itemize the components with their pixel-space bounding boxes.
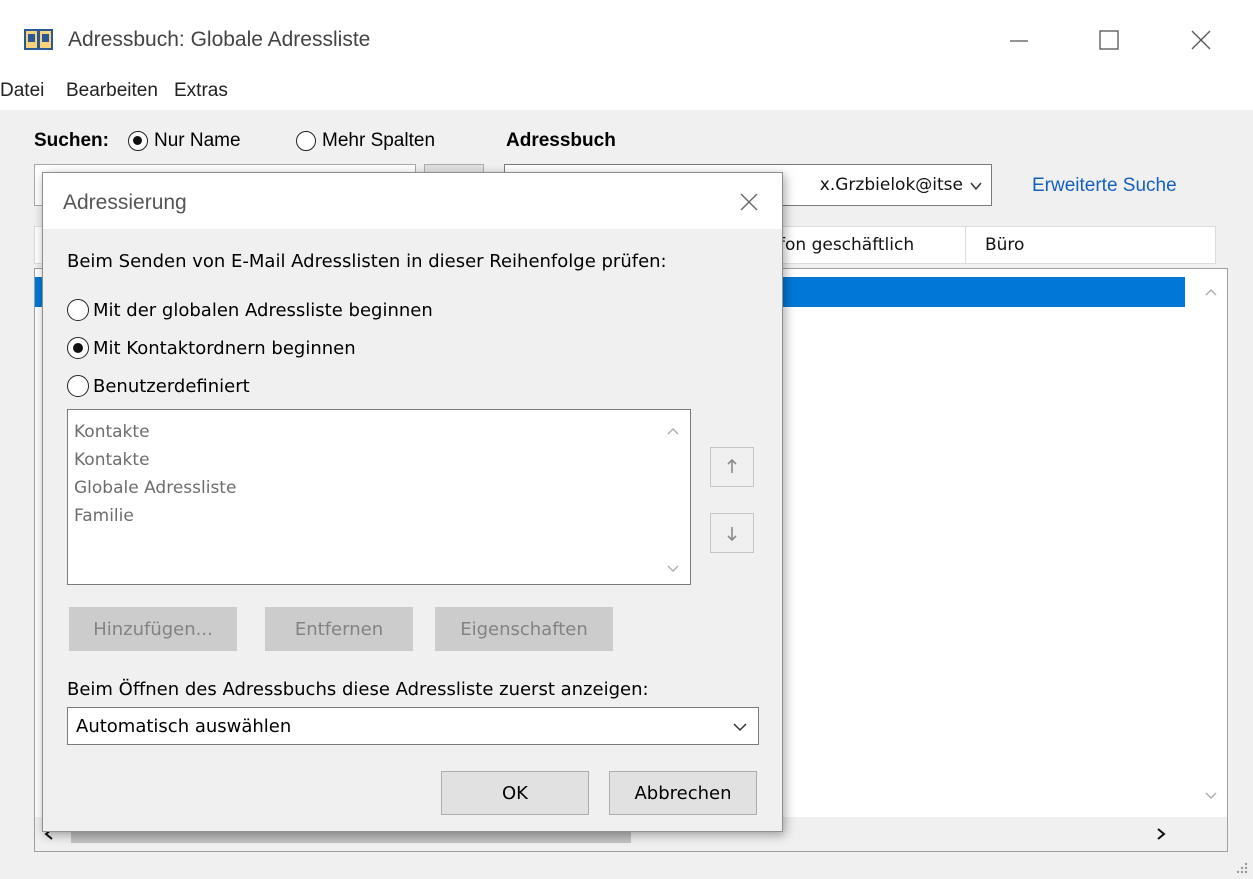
column-header-phone[interactable]: fon geschäftlich — [779, 235, 914, 255]
radio-more-columns-indicator[interactable] — [296, 131, 316, 151]
arrow-up-icon — [727, 458, 737, 473]
radio-name-only-indicator[interactable] — [128, 131, 148, 151]
cancel-button[interactable]: Abbrechen — [609, 771, 757, 815]
add-button[interactable]: Hinzufügen... — [69, 607, 237, 651]
radio-name-only-label: Nur Name — [154, 130, 241, 151]
scroll-down-icon[interactable] — [1204, 791, 1218, 801]
arrow-down-icon — [727, 527, 737, 542]
radio-custom-label: Benutzerdefiniert — [93, 375, 250, 397]
radio-contacts-first[interactable]: Mit Kontaktordnern beginnen — [67, 337, 356, 359]
menu-bar: Datei Bearbeiten Extras — [0, 76, 1253, 110]
open-first-label: Beim Öffnen des Adressbuchs diese Adress… — [67, 679, 649, 700]
move-up-button[interactable] — [710, 447, 754, 487]
address-lists-box[interactable]: Kontakte Kontakte Globale Adressliste Fa… — [67, 409, 691, 585]
address-book-select-value: x.Grzbielok@itse — [819, 175, 963, 195]
maximize-icon — [1099, 30, 1119, 50]
menu-bearbeiten[interactable]: Bearbeiten — [66, 80, 158, 102]
address-book-label: Adressbuch — [506, 130, 616, 151]
close-icon — [740, 193, 758, 211]
list-scroll-up-icon[interactable] — [666, 426, 680, 436]
dialog-titlebar: Adressierung — [43, 173, 782, 229]
addressing-dialog: Adressierung Beim Senden von E-Mail Adre… — [42, 172, 783, 832]
remove-button[interactable]: Entfernen — [265, 607, 413, 651]
scroll-right-icon[interactable] — [1155, 827, 1167, 841]
window-title: Adressbuch: Globale Adressliste — [68, 28, 371, 51]
open-first-select-value: Automatisch auswählen — [76, 716, 292, 737]
close-window-button[interactable] — [1178, 20, 1224, 60]
radio-contacts-first-indicator[interactable] — [67, 337, 89, 359]
radio-custom[interactable]: Benutzerdefiniert — [67, 375, 250, 397]
search-label: Suchen: — [34, 130, 109, 151]
check-order-label: Beim Senden von E-Mail Adresslisten in d… — [67, 251, 667, 272]
resize-grip-icon[interactable] — [1233, 859, 1249, 875]
list-item[interactable]: Kontakte — [74, 450, 150, 470]
list-item[interactable]: Familie — [74, 506, 134, 526]
minimize-button[interactable] — [996, 20, 1042, 60]
radio-more-columns-label: Mehr Spalten — [322, 130, 436, 151]
list-item[interactable]: Kontakte — [74, 422, 150, 442]
list-item[interactable]: Globale Adressliste — [74, 478, 236, 498]
list-scroll-down-icon[interactable] — [666, 564, 680, 574]
move-down-button[interactable] — [710, 513, 754, 553]
radio-name-only[interactable]: Nur Name — [128, 130, 241, 152]
window-titlebar: Adressbuch: Globale Adressliste — [0, 0, 1253, 76]
radio-more-columns[interactable]: Mehr Spalten — [296, 130, 435, 152]
dialog-close-button[interactable] — [729, 185, 769, 219]
radio-global-first-label: Mit der globalen Adressliste beginnen — [93, 299, 433, 321]
scroll-up-icon[interactable] — [1204, 287, 1218, 297]
vertical-scrollbar[interactable] — [1195, 269, 1227, 817]
radio-custom-indicator[interactable] — [67, 375, 89, 397]
radio-global-first[interactable]: Mit der globalen Adressliste beginnen — [67, 299, 433, 321]
ok-button[interactable]: OK — [441, 771, 589, 815]
radio-contacts-first-label: Mit Kontaktordnern beginnen — [93, 337, 356, 359]
radio-global-first-indicator[interactable] — [67, 299, 89, 321]
close-icon — [1191, 30, 1211, 50]
open-first-select[interactable]: Automatisch auswählen — [67, 707, 759, 745]
properties-button[interactable]: Eigenschaften — [435, 607, 613, 651]
search-options-row: Suchen: Nur Name Mehr Spalten Adressbuch — [0, 128, 1253, 158]
chevron-down-icon — [969, 177, 983, 199]
maximize-button[interactable] — [1086, 20, 1132, 60]
menu-datei[interactable]: Datei — [0, 80, 44, 102]
column-separator[interactable] — [965, 227, 966, 263]
column-header-office[interactable]: Büro — [985, 235, 1024, 255]
advanced-search-link[interactable]: Erweiterte Suche — [1032, 175, 1177, 197]
address-book-icon — [24, 28, 54, 52]
dialog-title: Adressierung — [63, 191, 187, 214]
chevron-down-icon — [732, 718, 748, 740]
minimize-icon — [1010, 40, 1028, 42]
menu-extras[interactable]: Extras — [174, 80, 228, 102]
